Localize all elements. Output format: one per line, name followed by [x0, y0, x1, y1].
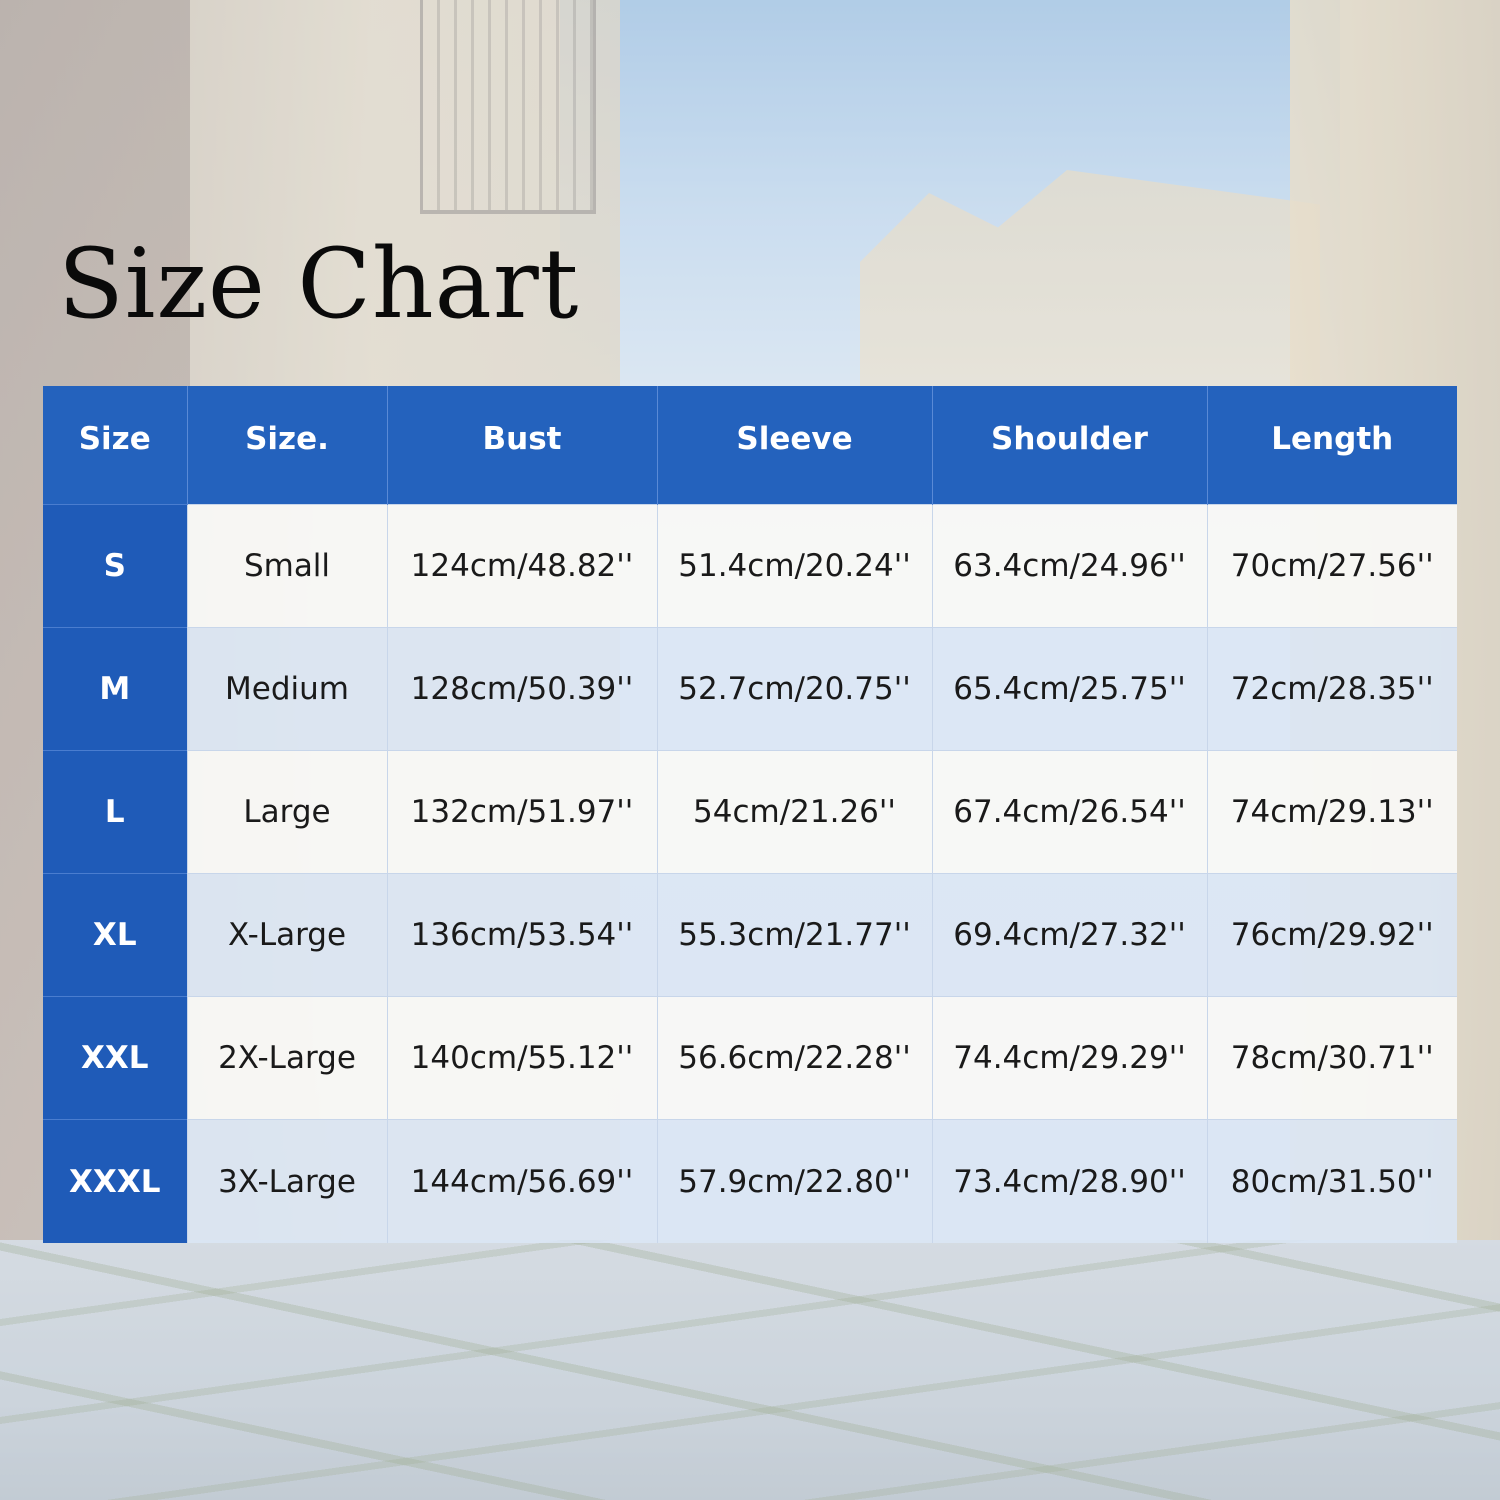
- table-row: XXXL 3X-Large 144cm/56.69'' 57.9cm/22.80…: [43, 1119, 1457, 1243]
- sleeve-cell: 55.3cm/21.77'': [656, 872, 932, 997]
- sleeve-cell: 54cm/21.26'': [656, 749, 932, 874]
- length-cell: 76cm/29.92'': [1206, 872, 1457, 997]
- size-name-cell: Small: [186, 503, 387, 628]
- bust-cell: 132cm/51.97'': [386, 749, 657, 874]
- table-row: L Large 132cm/51.97'' 54cm/21.26'' 67.4c…: [43, 749, 1457, 874]
- table-row: XL X-Large 136cm/53.54'' 55.3cm/21.77'' …: [43, 872, 1457, 997]
- length-cell: 78cm/30.71'': [1206, 996, 1457, 1120]
- sleeve-cell: 56.6cm/22.28'': [656, 996, 932, 1120]
- bust-cell: 136cm/53.54'': [386, 872, 657, 997]
- size-code-cell: M: [43, 626, 187, 751]
- shoulder-cell: 74.4cm/29.29'': [931, 996, 1207, 1120]
- shoulder-cell: 67.4cm/26.54'': [931, 749, 1207, 874]
- sleeve-cell: 52.7cm/20.75'': [656, 626, 932, 751]
- length-cell: 80cm/31.50'': [1206, 1119, 1457, 1243]
- bust-cell: 140cm/55.12'': [386, 996, 657, 1120]
- table-row: M Medium 128cm/50.39'' 52.7cm/20.75'' 65…: [43, 626, 1457, 751]
- length-cell: 74cm/29.13'': [1206, 749, 1457, 874]
- size-name-cell: Medium: [186, 626, 387, 751]
- sleeve-cell: 51.4cm/20.24'': [656, 503, 932, 628]
- size-name-cell: 2X-Large: [186, 996, 387, 1120]
- sleeve-cell: 57.9cm/22.80'': [656, 1119, 932, 1243]
- size-name-cell: Large: [186, 749, 387, 874]
- table-row: XXL 2X-Large 140cm/55.12'' 56.6cm/22.28'…: [43, 996, 1457, 1120]
- header-bust: Bust: [386, 386, 657, 504]
- size-code-cell: L: [43, 749, 187, 874]
- size-name-cell: 3X-Large: [186, 1119, 387, 1243]
- bust-cell: 128cm/50.39'': [386, 626, 657, 751]
- bust-cell: 144cm/56.69'': [386, 1119, 657, 1243]
- size-chart-table: Size Size. Bust Sleeve Shoulder Length S…: [43, 386, 1457, 1243]
- size-chart-table-container: Size Size. Bust Sleeve Shoulder Length S…: [43, 386, 1457, 1243]
- header-shoulder: Shoulder: [931, 386, 1207, 504]
- size-code-cell: XL: [43, 872, 187, 997]
- size-code-cell: XXL: [43, 996, 187, 1120]
- header-length: Length: [1206, 386, 1457, 504]
- header-sleeve: Sleeve: [656, 386, 932, 504]
- header-size-name: Size.: [186, 386, 387, 504]
- length-cell: 72cm/28.35'': [1206, 626, 1457, 751]
- size-code-cell: XXXL: [43, 1119, 187, 1243]
- table-header-row: Size Size. Bust Sleeve Shoulder Length: [43, 386, 1457, 504]
- bust-cell: 124cm/48.82'': [386, 503, 657, 628]
- page-title: Size Chart: [58, 228, 580, 340]
- header-size: Size: [43, 386, 187, 504]
- size-name-cell: X-Large: [186, 872, 387, 997]
- size-code-cell: S: [43, 503, 187, 628]
- shoulder-cell: 73.4cm/28.90'': [931, 1119, 1207, 1243]
- shoulder-cell: 65.4cm/25.75'': [931, 626, 1207, 751]
- length-cell: 70cm/27.56'': [1206, 503, 1457, 628]
- shoulder-cell: 69.4cm/27.32'': [931, 872, 1207, 997]
- shoulder-cell: 63.4cm/24.96'': [931, 503, 1207, 628]
- table-row: S Small 124cm/48.82'' 51.4cm/20.24'' 63.…: [43, 503, 1457, 628]
